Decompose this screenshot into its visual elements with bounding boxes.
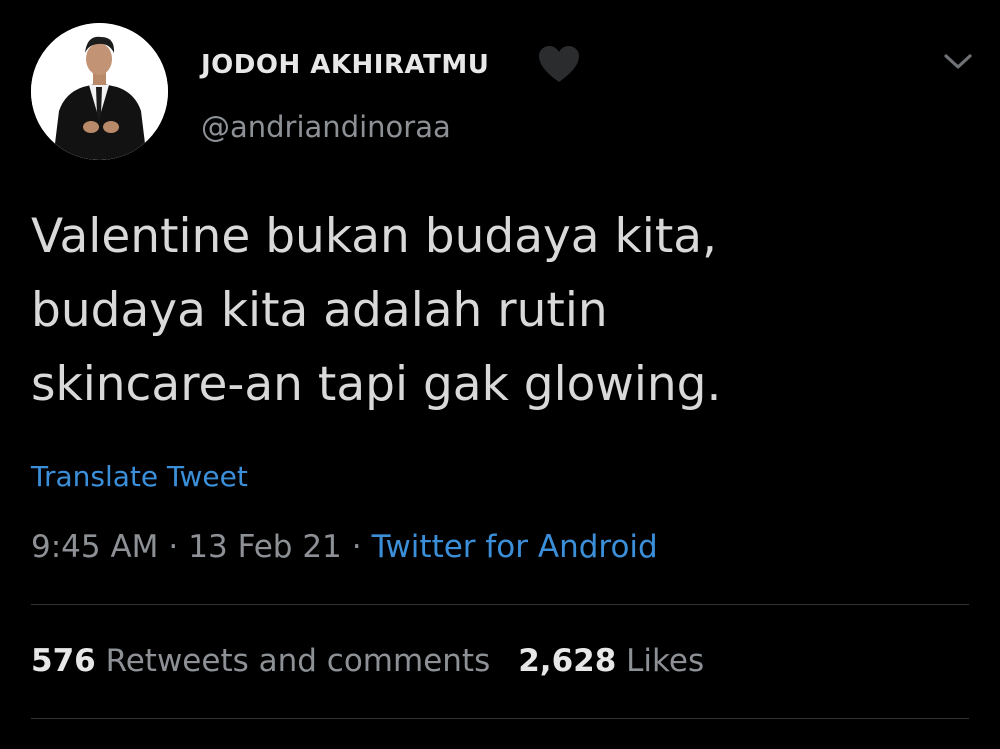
meta-separator: · [168, 529, 179, 565]
chevron-down-icon[interactable] [940, 48, 976, 74]
tweet-date[interactable]: 13 Feb 21 [188, 529, 342, 565]
tweet-detail: JODOH AKHIRATMU @andriandinoraa Valentin… [0, 0, 1000, 749]
retweets-label: Retweets and comments [105, 643, 491, 679]
retweets-count: 576 [31, 643, 96, 679]
tweet-text-line: Valentine bukan budaya kita, [31, 209, 717, 264]
tweet-text-line: skincare-an tapi gak glowing. [31, 357, 722, 412]
retweets-stat[interactable]: 576 Retweets and comments [31, 643, 490, 679]
likes-stat[interactable]: 2,628 Likes [518, 643, 704, 679]
divider [31, 718, 969, 719]
translate-tweet-link[interactable]: Translate Tweet [31, 460, 248, 493]
divider [31, 604, 969, 605]
meta-separator: · [351, 529, 362, 565]
likes-label: Likes [626, 643, 705, 679]
tweet-text: Valentine bukan budaya kita, budaya kita… [31, 200, 961, 422]
display-name[interactable]: JODOH AKHIRATMU [201, 50, 489, 80]
black-heart-icon [539, 46, 579, 82]
avatar[interactable] [31, 23, 168, 160]
tweet-metadata: 9:45 AM · 13 Feb 21 · Twitter for Android [31, 529, 658, 565]
tweet-source-link[interactable]: Twitter for Android [372, 529, 658, 565]
likes-count: 2,628 [518, 643, 617, 679]
tweet-time[interactable]: 9:45 AM [31, 529, 158, 565]
avatar-photo [31, 23, 168, 160]
user-handle[interactable]: @andriandinoraa [201, 110, 451, 144]
tweet-text-line: budaya kita adalah rutin [31, 283, 608, 338]
tweet-stats: 576 Retweets and comments 2,628 Likes [31, 643, 704, 679]
